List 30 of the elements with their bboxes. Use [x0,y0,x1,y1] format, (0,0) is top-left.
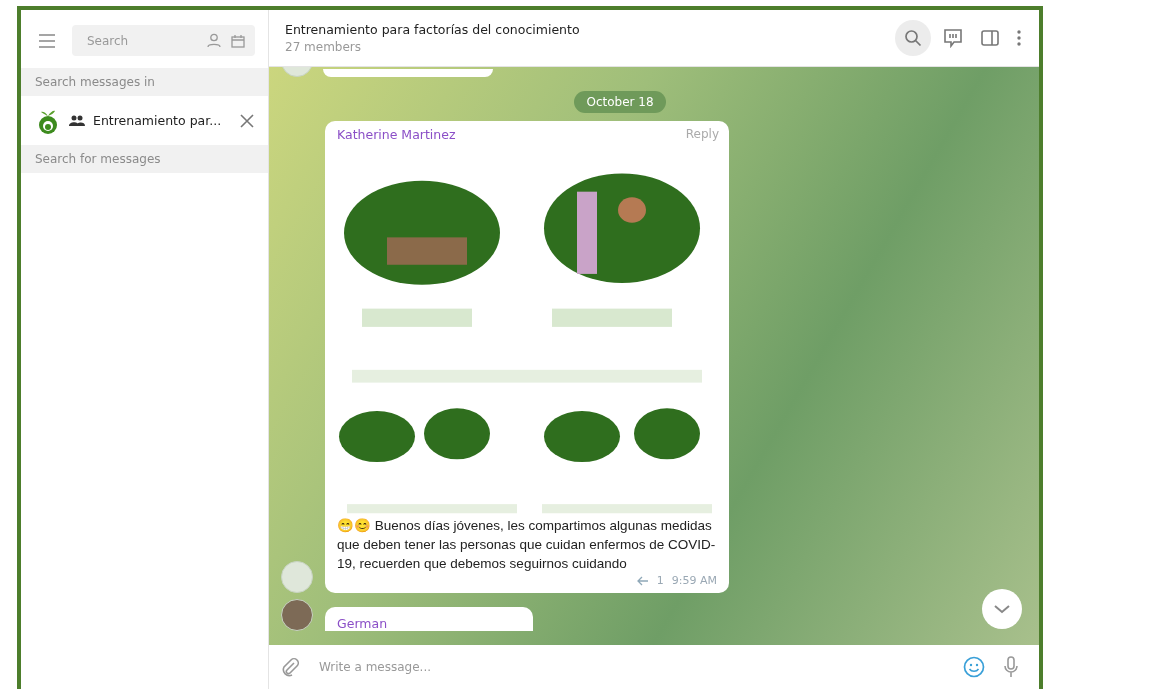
chat-name[interactable]: Entrenamiento par... [93,113,228,128]
message-text: 😁😊 Buenos días jóvenes, les compartimos algunas medidas que deben tener las personas que cuidan enfermos de COVID-19, recuerden que debemos seguirnos cuidando [336,517,717,573]
emoji-icon[interactable] [963,656,985,678]
group-icon [69,115,85,126]
scroll-down-button[interactable] [982,589,1022,629]
person-icon[interactable] [207,33,221,48]
sidebar-toggle-icon[interactable] [981,30,999,46]
chat-title: Entrenamiento para factorías del conocimiento [285,22,581,37]
menu-icon[interactable] [38,33,56,48]
search-button[interactable] [895,20,931,56]
attach-icon[interactable] [281,657,299,677]
message-search-field[interactable]: Search for messages [21,145,268,173]
search-icon [904,29,922,47]
author-name[interactable]: Katherine Martinez [337,127,456,142]
search-field[interactable]: Search [85,32,197,49]
message-time: 9:59 AM [671,574,717,587]
avatar [281,599,313,631]
more-icon[interactable] [1017,30,1021,46]
avatar [281,561,313,593]
close-icon[interactable] [240,113,254,128]
author-name[interactable]: German [337,616,388,631]
reply-arrow-icon [636,575,649,586]
member-count: 27 members [285,40,363,54]
search-box[interactable]: Search [72,25,255,56]
calendar-icon[interactable] [231,33,245,48]
microphone-icon[interactable] [1003,656,1019,678]
date-badge: October 18 [574,91,666,113]
discussion-icon[interactable] [943,28,963,48]
section-label: Search messages in [21,68,268,96]
chevron-down-icon [993,604,1011,614]
